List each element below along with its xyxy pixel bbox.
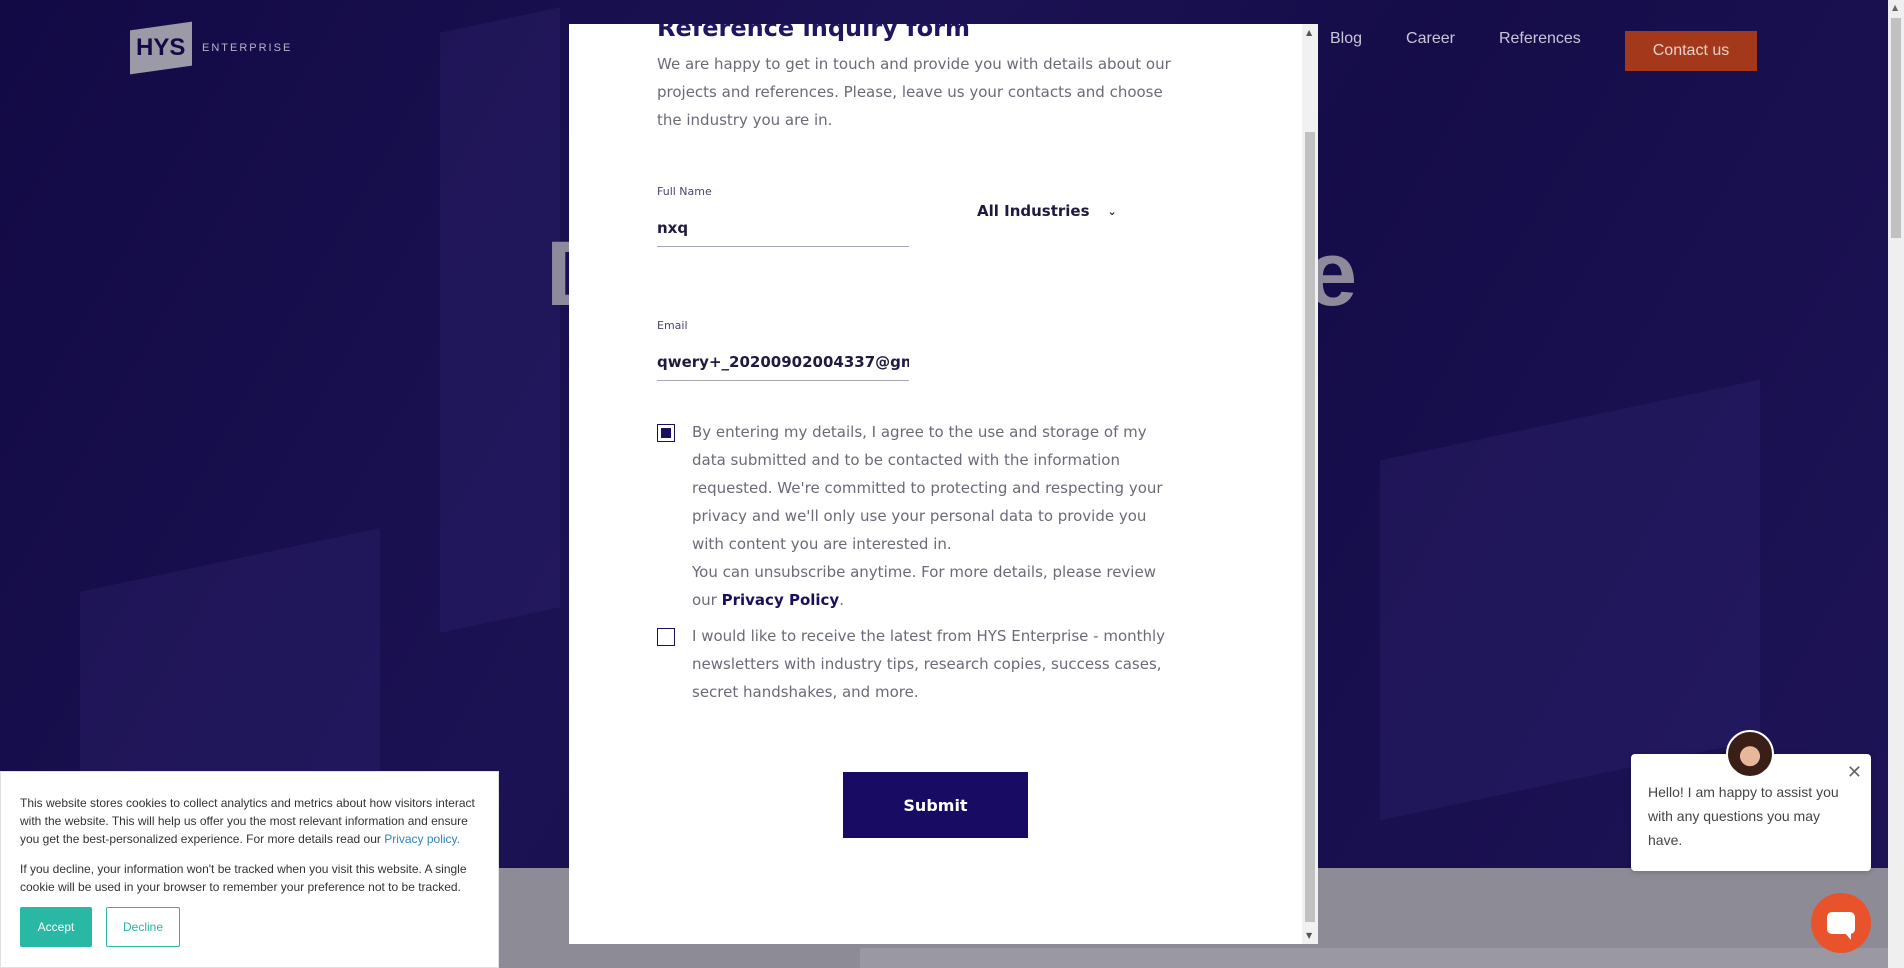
nav-career[interactable]: Career: [1406, 30, 1455, 48]
submit-button[interactable]: Submit: [843, 772, 1028, 838]
modal-scrollbar[interactable]: ▲ ▼: [1302, 24, 1318, 944]
email-input[interactable]: [657, 344, 909, 381]
agent-avatar: [1726, 730, 1774, 778]
cookie-text: This website stores cookies to collect a…: [20, 794, 480, 848]
modal-scrollbar-thumb[interactable]: [1305, 132, 1315, 922]
scroll-up-icon[interactable]: ▲: [1306, 28, 1312, 37]
chat-message: Hello! I am happy to assist you with any…: [1648, 784, 1839, 848]
scroll-down-icon[interactable]: ▼: [1306, 931, 1312, 940]
chat-launcher-button[interactable]: [1811, 893, 1871, 953]
cookie-privacy-link[interactable]: Privacy policy.: [384, 832, 460, 846]
scroll-up-icon[interactable]: ▲: [1892, 3, 1898, 12]
consent-period: .: [839, 591, 844, 609]
full-name-label: Full Name: [657, 185, 712, 198]
nav-blog[interactable]: Blog: [1330, 30, 1362, 48]
email-label: Email: [657, 319, 688, 332]
close-icon[interactable]: ✕: [1847, 763, 1862, 781]
chat-icon: [1827, 912, 1855, 940]
cookie-decline-info: If you decline, your information won't b…: [20, 862, 467, 894]
industry-select[interactable]: All Industries ⌄: [977, 202, 1117, 220]
site-logo[interactable]: HYS ENTERPRISE: [130, 21, 293, 75]
logo-mark: HYS: [130, 21, 192, 75]
form-title: Reference inquiry form: [657, 24, 970, 42]
industry-select-value: All Industries: [977, 202, 1090, 220]
scrollbar-thumb[interactable]: [1891, 18, 1901, 238]
form-intro: We are happy to get in touch and provide…: [657, 55, 1171, 129]
accept-cookies-button[interactable]: Accept: [20, 907, 92, 947]
newsletter-text: I would like to receive the latest from …: [692, 627, 1166, 701]
reference-inquiry-modal: Reference inquiry form We are happy to g…: [569, 24, 1318, 944]
full-name-input[interactable]: [657, 210, 909, 247]
newsletter-checkbox[interactable]: [657, 628, 675, 646]
decline-cookies-button[interactable]: Decline: [106, 907, 180, 947]
page-scrollbar[interactable]: ▲: [1888, 0, 1904, 968]
nav-references[interactable]: References: [1499, 30, 1581, 48]
main-nav: Blog Career References: [1330, 30, 1625, 48]
logo-wordmark: ENTERPRISE: [202, 42, 293, 54]
logo-mark-text: HYS: [136, 34, 186, 62]
cookie-banner: This website stores cookies to collect a…: [0, 771, 499, 968]
privacy-policy-link[interactable]: Privacy Policy: [722, 591, 840, 609]
consent-checkbox[interactable]: [657, 424, 675, 442]
chevron-down-icon: ⌄: [1107, 204, 1117, 218]
consent-paragraph: By entering my details, I agree to the u…: [692, 423, 1163, 553]
contact-us-button[interactable]: Contact us: [1625, 31, 1757, 71]
section-bar: [860, 948, 1904, 968]
consent-text: By entering my details, I agree to the u…: [692, 418, 1182, 614]
